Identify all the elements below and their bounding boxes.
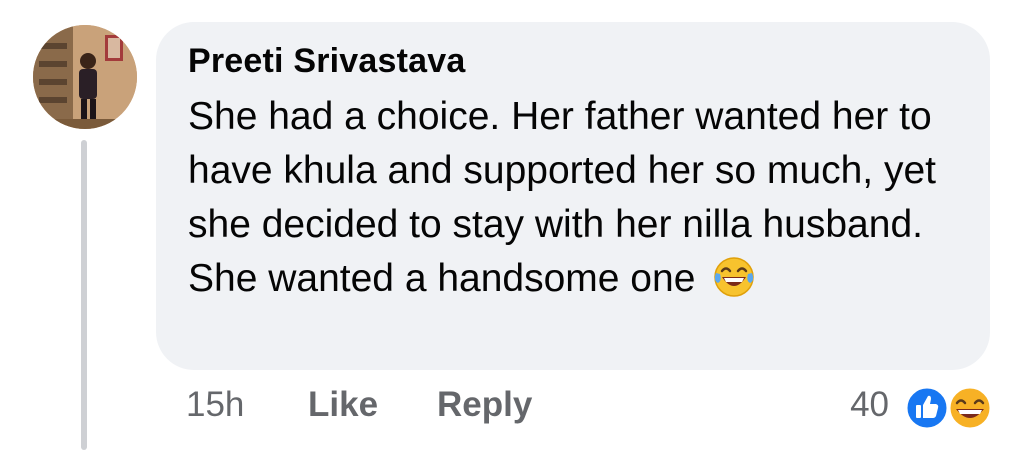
haha-icon <box>947 385 993 431</box>
comment-author[interactable]: Preeti Srivastava <box>188 42 465 81</box>
like-icon <box>904 385 950 431</box>
laughing-tears-emoji-icon <box>714 257 754 297</box>
comment-container: Preeti Srivastava She had a choice. Her … <box>0 0 1024 450</box>
avatar-image <box>33 25 137 129</box>
avatar[interactable] <box>33 25 137 129</box>
reply-button[interactable]: Reply <box>437 385 532 425</box>
comment-text: She had a choice. Her father wanted her … <box>188 95 936 300</box>
reaction-icons[interactable] <box>900 383 996 433</box>
comment-timestamp[interactable]: 15h <box>186 385 244 425</box>
thread-line <box>81 140 87 450</box>
like-button[interactable]: Like <box>308 385 378 425</box>
comment-body: She had a choice. Her father wanted her … <box>188 90 968 306</box>
reaction-count[interactable]: 40 <box>850 385 889 425</box>
